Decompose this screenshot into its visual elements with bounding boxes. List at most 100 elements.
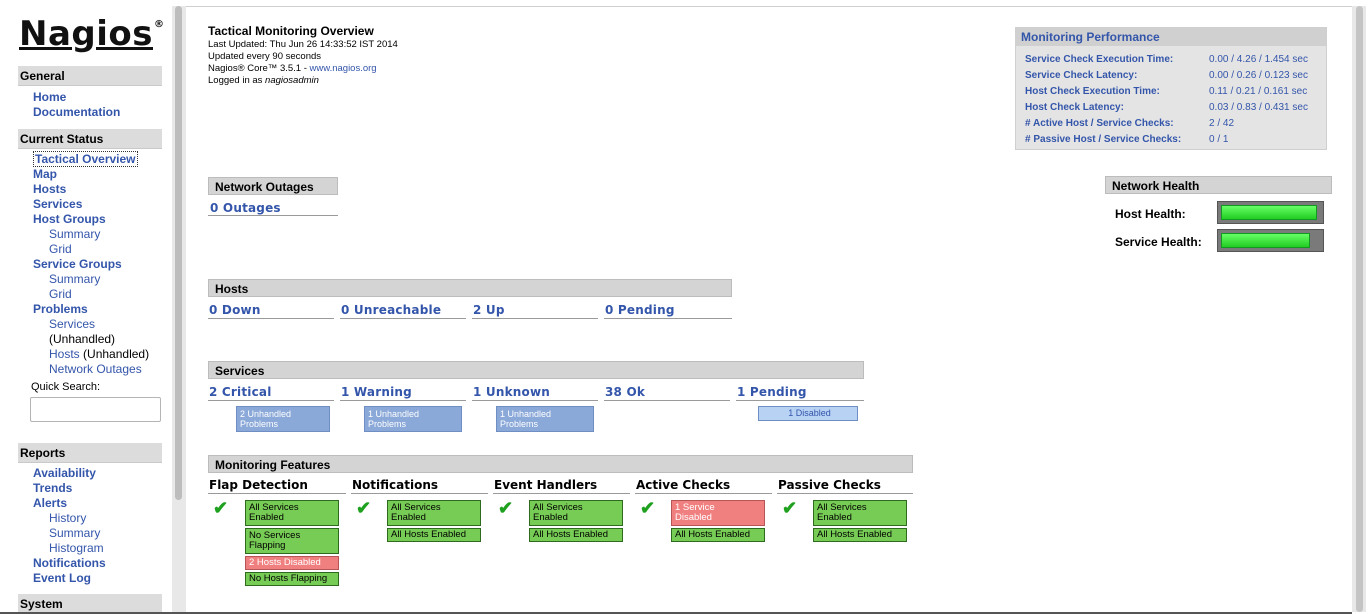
- mp-value-active-checks[interactable]: 2 / 42: [1209, 118, 1234, 129]
- nav-link-hostgroup-grid[interactable]: Grid: [49, 242, 72, 257]
- notifications-all-hosts-enabled[interactable]: All Hosts Enabled: [387, 528, 481, 542]
- notifications-enabled-check-icon[interactable]: ✔: [356, 498, 371, 519]
- services-ok[interactable]: 38 Ok: [605, 385, 645, 399]
- critical-unhandled-problems[interactable]: 2 Unhandled Problems: [236, 406, 330, 432]
- services-rule: [208, 400, 334, 401]
- flap-all-services-enabled[interactable]: All Services Enabled: [245, 500, 339, 526]
- main-scrollbar-thumb[interactable]: [1356, 6, 1363, 612]
- last-updated: Last Updated: Thu Jun 26 14:33:52 IST 20…: [208, 39, 398, 50]
- notifications-all-services-enabled[interactable]: All Services Enabled: [387, 500, 481, 526]
- hosts-down[interactable]: 0 Down: [209, 303, 261, 317]
- nav-link-map[interactable]: Map: [33, 167, 57, 182]
- nav-link-service-groups[interactable]: Service Groups: [33, 257, 122, 272]
- mp-label-host-latency[interactable]: Host Check Latency:: [1025, 102, 1124, 113]
- hosts-pending[interactable]: 0 Pending: [605, 303, 675, 317]
- service-health-fill: [1221, 233, 1310, 248]
- nav-link-tactical-overview[interactable]: Tactical Overview: [33, 151, 138, 167]
- nav-link-notifications[interactable]: Notifications: [33, 556, 106, 571]
- pending-disabled[interactable]: 1 Disabled: [758, 406, 858, 421]
- nav-link-alert-summary[interactable]: Summary: [49, 526, 100, 541]
- update-interval: Updated every 90 seconds: [208, 51, 322, 62]
- nav-link-documentation[interactable]: Documentation: [33, 105, 120, 120]
- nav-link-home[interactable]: Home: [33, 90, 66, 105]
- nav-link-alerts[interactable]: Alerts: [33, 496, 67, 511]
- flap-enabled-check-icon[interactable]: ✔: [213, 498, 228, 519]
- hosts-rule: [604, 318, 732, 319]
- monitoring-performance-title[interactable]: Monitoring Performance: [1016, 28, 1326, 46]
- hosts-rule: [340, 318, 466, 319]
- hosts-up[interactable]: 2 Up: [473, 303, 505, 317]
- flap-no-hosts-flapping[interactable]: No Hosts Flapping: [245, 572, 339, 586]
- services-warning[interactable]: 1 Warning: [341, 385, 412, 399]
- host-health-bar[interactable]: [1217, 201, 1324, 224]
- nav-link-alert-history[interactable]: History: [49, 511, 86, 526]
- passive-checks-all-services-enabled[interactable]: All Services Enabled: [813, 500, 907, 526]
- services-pending[interactable]: 1 Pending: [737, 385, 807, 399]
- mp-value-host-exec[interactable]: 0.11 / 0.21 / 0.161 sec: [1209, 86, 1307, 97]
- nagios-website-link[interactable]: www.nagios.org: [310, 63, 377, 74]
- nav-link-trends[interactable]: Trends: [33, 481, 72, 496]
- nav-link-hosts[interactable]: Hosts: [33, 182, 66, 197]
- top-border: [186, 6, 1352, 7]
- mp-label-host-exec[interactable]: Host Check Execution Time:: [1025, 86, 1160, 97]
- service-health-bar[interactable]: [1217, 229, 1324, 252]
- nav-link-alert-histogram[interactable]: Histogram: [49, 541, 104, 556]
- services-critical[interactable]: 2 Critical: [209, 385, 272, 399]
- services-rule: [472, 400, 598, 401]
- features-rule: [208, 493, 346, 494]
- warning-unhandled-problems[interactable]: 1 Unhandled Problems: [364, 406, 462, 432]
- mp-label-service-latency[interactable]: Service Check Latency:: [1025, 70, 1137, 81]
- flap-detection-title: Flap Detection: [209, 478, 308, 492]
- nav-link-network-outages[interactable]: Network Outages: [49, 362, 142, 377]
- mp-value-passive-checks[interactable]: 0 / 1: [1209, 134, 1228, 145]
- nav-link-host-groups[interactable]: Host Groups: [33, 212, 106, 227]
- event-handlers-enabled-check-icon[interactable]: ✔: [498, 498, 513, 519]
- mp-label-passive-checks[interactable]: # Passive Host / Service Checks:: [1025, 134, 1181, 145]
- active-checks-all-hosts-enabled[interactable]: All Hosts Enabled: [671, 528, 765, 542]
- services-rule: [340, 400, 466, 401]
- passive-checks-all-hosts-enabled[interactable]: All Hosts Enabled: [813, 528, 907, 542]
- passive-checks-enabled-check-icon[interactable]: ✔: [782, 498, 797, 519]
- nav-link-problem-hosts[interactable]: Hosts: [49, 347, 80, 361]
- active-checks-enabled-check-icon[interactable]: ✔: [640, 498, 655, 519]
- nav-frame: Nagios® General Home Documentation Curre…: [0, 0, 172, 614]
- event-handlers-all-hosts-enabled[interactable]: All Hosts Enabled: [529, 528, 623, 542]
- nav-link-problems[interactable]: Problems: [33, 302, 88, 317]
- notifications-title: Notifications: [352, 478, 439, 492]
- nav-scrollbar[interactable]: [172, 6, 186, 612]
- flap-no-services-flapping[interactable]: No Services Flapping: [245, 528, 339, 554]
- nav-section-general: General: [18, 66, 162, 86]
- event-handlers-all-services-enabled[interactable]: All Services Enabled: [529, 500, 623, 526]
- hosts-rule: [472, 318, 598, 319]
- nav-link-hosts-unhandled[interactable]: (Unhandled): [83, 347, 149, 361]
- nav-link-services[interactable]: Services: [33, 197, 82, 212]
- services-unknown[interactable]: 1 Unknown: [473, 385, 550, 399]
- host-health-fill: [1221, 205, 1317, 220]
- nav-link-hostgroup-summary[interactable]: Summary: [49, 227, 100, 242]
- nav-link-servicegroup-grid[interactable]: Grid: [49, 287, 72, 302]
- network-outages-count[interactable]: 0 Outages: [210, 201, 281, 215]
- nav-link-services-unhandled[interactable]: (Unhandled): [49, 332, 115, 346]
- mp-value-service-latency[interactable]: 0.00 / 0.26 / 0.123 sec: [1209, 70, 1308, 81]
- network-outages-header: Network Outages: [208, 177, 338, 195]
- version-line: Nagios® Core™ 3.5.1 - www.nagios.org: [208, 63, 377, 74]
- main-scrollbar[interactable]: [1352, 6, 1366, 612]
- hosts-unreachable[interactable]: 0 Unreachable: [341, 303, 441, 317]
- unknown-unhandled-problems[interactable]: 1 Unhandled Problems: [496, 406, 594, 432]
- active-checks-service-disabled[interactable]: 1 Service Disabled: [671, 500, 765, 526]
- nav-link-event-log[interactable]: Event Log: [33, 571, 91, 586]
- quick-search-input[interactable]: [30, 397, 161, 422]
- nav-link-problem-services[interactable]: Services: [49, 317, 95, 332]
- mp-value-service-exec[interactable]: 0.00 / 4.26 / 1.454 sec: [1209, 54, 1308, 65]
- services-header: Services: [208, 361, 864, 379]
- mp-value-host-latency[interactable]: 0.03 / 0.83 / 0.431 sec: [1209, 102, 1308, 113]
- nav-link-availability[interactable]: Availability: [33, 466, 96, 481]
- nav-link-servicegroup-summary[interactable]: Summary: [49, 272, 100, 287]
- monitoring-features-header: Monitoring Features: [208, 455, 913, 473]
- nav-scrollbar-thumb[interactable]: [175, 6, 182, 500]
- mp-label-active-checks[interactable]: # Active Host / Service Checks:: [1025, 118, 1174, 129]
- nagios-logo[interactable]: Nagios®: [19, 14, 164, 54]
- mp-label-service-exec[interactable]: Service Check Execution Time:: [1025, 54, 1173, 65]
- logged-in-label: Logged in as: [208, 75, 266, 86]
- flap-hosts-disabled[interactable]: 2 Hosts Disabled: [245, 556, 339, 570]
